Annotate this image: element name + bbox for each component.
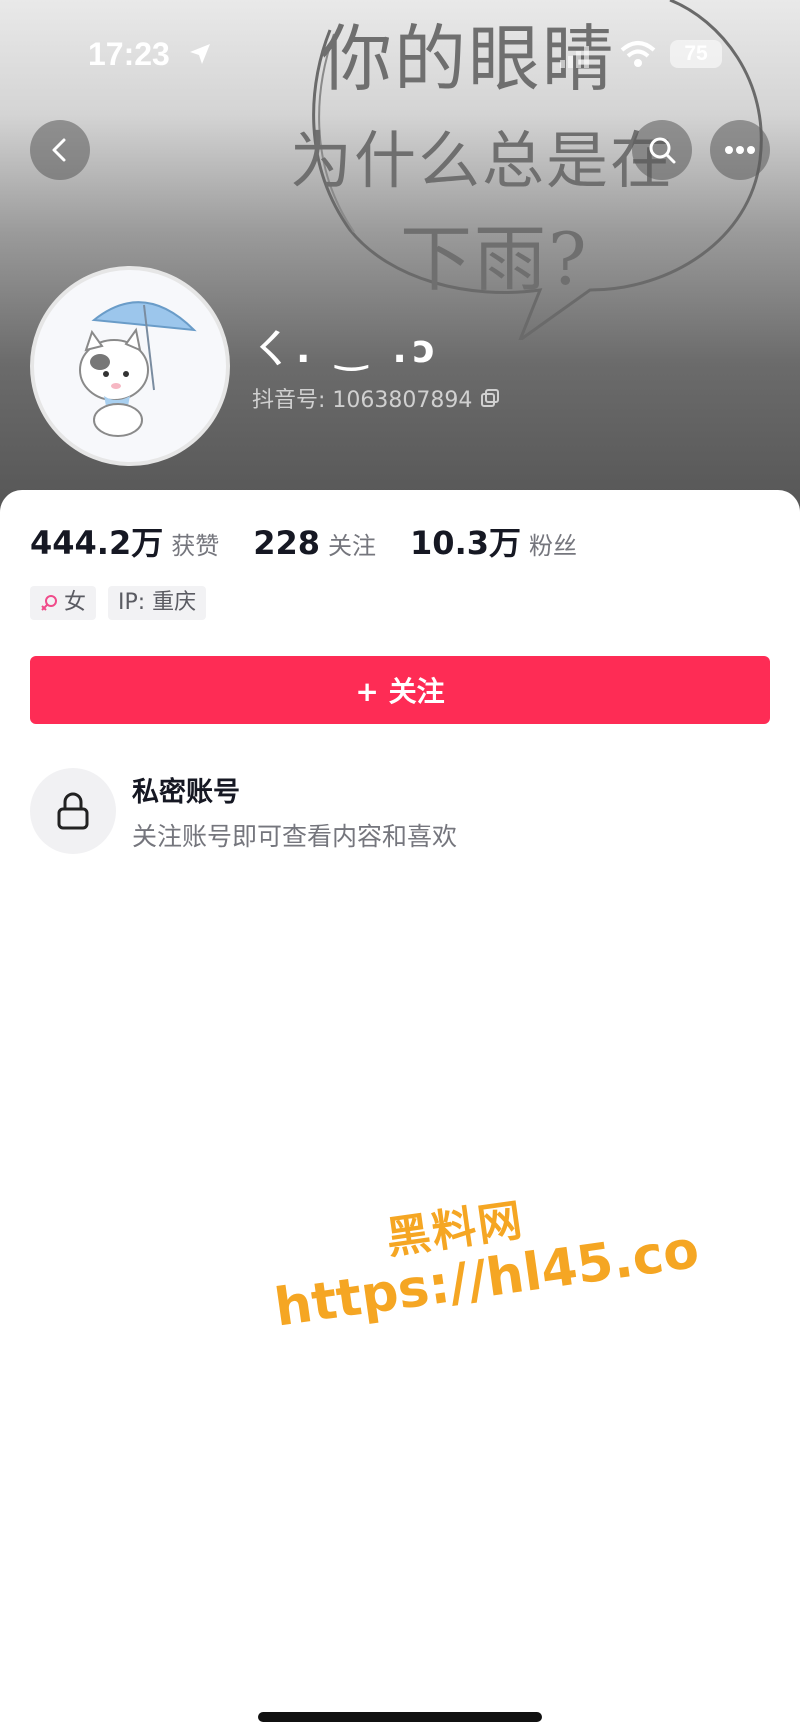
- stats-row: 444.2万 获赞 228 关注 10.3万 粉丝: [30, 518, 611, 564]
- stat-value: 444.2万: [30, 524, 164, 562]
- username: ㄑ. ‿ .ɔ: [252, 327, 442, 371]
- location-arrow-icon: [190, 44, 210, 64]
- avatar-cat-umbrella-image: [79, 301, 197, 437]
- stat-likes[interactable]: 444.2万 获赞: [30, 518, 219, 564]
- female-icon: [41, 595, 57, 611]
- stat-label: 获赞: [171, 532, 220, 560]
- search-icon: [649, 137, 676, 164]
- stat-value: 228: [253, 524, 321, 562]
- stat-following[interactable]: 228 关注: [253, 524, 376, 562]
- douyin-id[interactable]: 抖音号: 1063807894: [252, 382, 500, 414]
- lock-badge: [30, 768, 116, 854]
- profile-tags: 女 IP: 重庆: [30, 586, 207, 620]
- copy-icon[interactable]: [480, 388, 500, 408]
- private-account-notice: 私密账号 关注账号即可查看内容和喜欢: [30, 768, 457, 854]
- gender-tag: 女: [30, 586, 97, 620]
- search-button[interactable]: [632, 120, 692, 180]
- stat-value: 10.3万: [410, 524, 521, 562]
- doodle-line-2: 为什么总是在: [290, 124, 675, 197]
- profile-sheet: 444.2万 获赞 228 关注 10.3万 粉丝 女 IP: 重庆 + 关注: [0, 490, 800, 1735]
- private-title: 私密账号: [132, 776, 240, 808]
- stat-label: 关注: [328, 532, 377, 560]
- stat-followers[interactable]: 10.3万 粉丝: [410, 518, 577, 564]
- cellular-signal-icon: [560, 46, 589, 68]
- profile-header: 你的眼睛 为什么总是在 下雨? 17:23 75 ㄑ. ‿ .ɔ 抖音号: 10…: [0, 0, 800, 520]
- doodle-line-3: 下雨?: [400, 217, 589, 301]
- avatar[interactable]: [30, 266, 230, 466]
- lock-icon: [57, 792, 89, 830]
- back-button[interactable]: [30, 120, 90, 180]
- private-subtitle: 关注账号即可查看内容和喜欢: [132, 821, 458, 851]
- wifi-icon: [620, 41, 656, 67]
- ip-tag: IP: 重庆: [108, 586, 207, 620]
- chevron-left-icon: [52, 138, 66, 162]
- stat-label: 粉丝: [529, 532, 577, 560]
- douyin-id-text: 抖音号: 1063807894: [252, 388, 473, 413]
- more-button[interactable]: [710, 120, 770, 180]
- status-bar: 17:23 75: [0, 0, 800, 100]
- home-indicator[interactable]: [258, 1712, 542, 1722]
- follow-button[interactable]: + 关注: [30, 656, 770, 724]
- battery-indicator: 75: [670, 40, 722, 68]
- gender-label: 女: [64, 590, 87, 615]
- status-time: 17:23: [88, 36, 170, 72]
- more-dots-icon: [725, 146, 755, 154]
